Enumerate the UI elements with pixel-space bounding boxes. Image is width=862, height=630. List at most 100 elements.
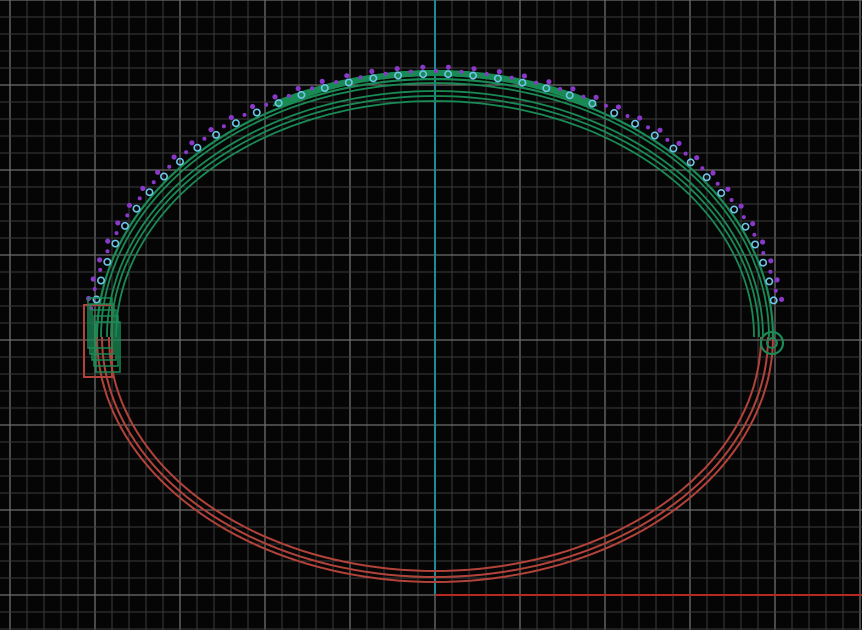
stone-setting — [769, 296, 778, 305]
prong — [319, 78, 325, 84]
prong — [151, 180, 156, 185]
stone-setting — [132, 204, 141, 213]
prong — [126, 202, 133, 208]
prong — [750, 221, 756, 227]
prong — [167, 164, 172, 169]
prong — [741, 215, 746, 220]
prong — [570, 86, 576, 92]
stone-setting — [111, 239, 120, 248]
prong — [344, 73, 350, 79]
prong — [295, 85, 301, 92]
prong — [184, 150, 189, 155]
stone-setting — [686, 158, 695, 167]
prong — [760, 239, 766, 245]
stone-setting — [160, 172, 169, 181]
prong — [408, 69, 413, 74]
stone-setting — [765, 277, 774, 286]
prong — [484, 72, 489, 76]
prong — [125, 213, 130, 218]
prong — [581, 94, 586, 99]
prong — [202, 136, 207, 141]
prong — [445, 64, 451, 70]
prong — [646, 125, 650, 130]
prong — [310, 86, 315, 91]
prong — [334, 80, 339, 85]
prong — [558, 87, 563, 91]
prong — [459, 69, 464, 74]
prong — [228, 114, 234, 121]
prong — [615, 104, 622, 110]
prong — [92, 287, 97, 291]
stone-setting — [741, 222, 750, 231]
stone-setting — [730, 205, 739, 214]
prong — [534, 80, 539, 85]
prong — [700, 166, 705, 171]
prong — [593, 94, 599, 100]
stone-setting — [717, 189, 726, 198]
stone-setting — [252, 108, 261, 117]
prong — [715, 181, 720, 186]
prong — [171, 154, 177, 160]
prong — [115, 220, 121, 226]
prong — [369, 68, 375, 74]
stone-setting — [97, 276, 106, 285]
grid-layer — [0, 0, 862, 630]
prong — [98, 267, 103, 272]
prong — [603, 103, 608, 108]
prong — [774, 277, 780, 283]
3d-viewport[interactable] — [0, 0, 862, 630]
prong — [272, 94, 278, 100]
prong — [683, 151, 688, 156]
prong — [676, 140, 682, 146]
prong — [420, 64, 426, 70]
prong — [752, 232, 757, 237]
prong — [114, 231, 119, 236]
prong — [221, 124, 226, 129]
prong — [471, 66, 477, 72]
prong — [768, 258, 774, 264]
prong — [665, 137, 670, 142]
axis-layer — [434, 0, 862, 596]
prong — [657, 127, 663, 133]
prong — [768, 269, 773, 274]
prong — [383, 71, 388, 76]
prong — [625, 114, 630, 118]
prong — [155, 169, 161, 175]
prong — [105, 238, 111, 244]
prong — [773, 288, 778, 293]
viewport-canvas[interactable] — [0, 0, 862, 630]
prong — [242, 112, 247, 117]
stone-setting — [610, 109, 619, 118]
prong — [434, 69, 439, 73]
stone-setting — [759, 258, 768, 267]
stone-setting — [631, 119, 640, 128]
prong — [208, 127, 214, 133]
stone-setting — [231, 119, 240, 128]
prong — [496, 69, 502, 75]
prong — [358, 75, 363, 80]
prong — [105, 249, 110, 254]
prong — [264, 102, 269, 107]
prong — [729, 198, 734, 202]
prong — [97, 257, 103, 263]
prong — [286, 93, 291, 98]
prong — [710, 170, 716, 176]
prong — [394, 66, 400, 72]
stone-setting — [751, 240, 760, 249]
prong — [90, 276, 96, 282]
prong — [694, 155, 700, 161]
prong — [140, 185, 146, 191]
stone-setting — [145, 188, 154, 197]
prong — [509, 75, 514, 80]
prong — [521, 73, 528, 79]
prong — [137, 196, 142, 201]
stone-setting — [103, 257, 112, 266]
prong — [761, 251, 766, 255]
prong — [738, 203, 744, 209]
prong — [779, 296, 785, 302]
prong — [546, 79, 552, 85]
stone-setting — [121, 221, 130, 230]
prong — [725, 186, 731, 192]
prong — [250, 103, 256, 110]
prong — [637, 115, 643, 121]
